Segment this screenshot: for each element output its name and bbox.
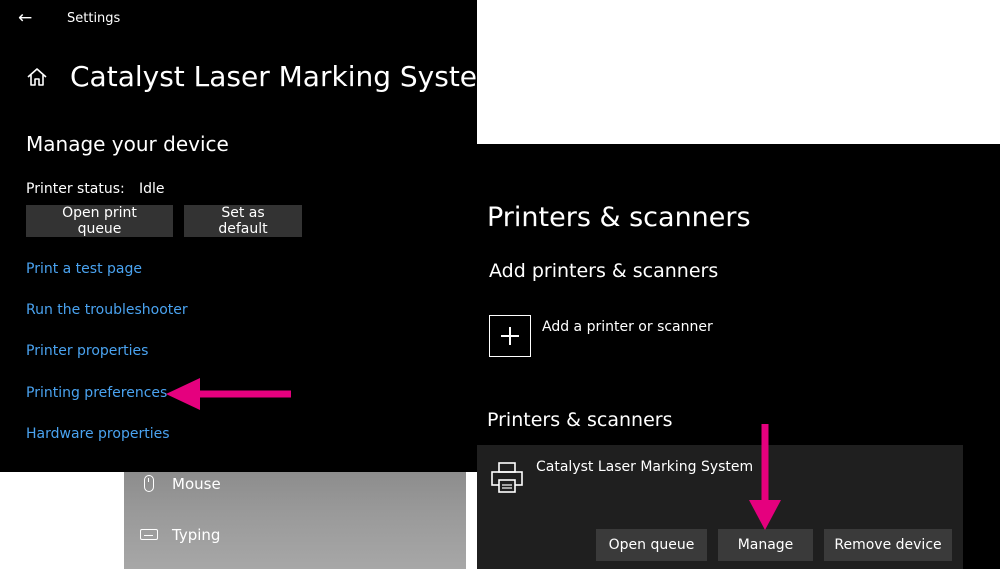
printer-status-value: Idle	[139, 181, 165, 197]
remove-device-button[interactable]: Remove device	[824, 529, 952, 561]
sidebar-item-typing[interactable]: Typing	[140, 526, 220, 544]
background-settings-sidebar: Mouse Typing	[124, 470, 466, 569]
printers-list-heading: Printers & scanners	[487, 409, 673, 431]
home-icon[interactable]	[26, 66, 48, 88]
manage-button[interactable]: Manage	[718, 529, 813, 561]
back-arrow-icon[interactable]: ←	[18, 8, 32, 28]
open-queue-button[interactable]: Open queue	[596, 529, 707, 561]
device-settings-window: ← Settings Catalyst Laser Marking System…	[0, 0, 504, 472]
printers-scanners-window: Printers & scanners Add printers & scann…	[477, 144, 1000, 569]
page-title: Printers & scanners	[487, 202, 751, 233]
open-print-queue-button[interactable]: Open print queue	[26, 205, 173, 237]
plus-icon[interactable]	[489, 315, 531, 357]
add-printer-button[interactable]: Add a printer or scanner	[542, 319, 713, 335]
keyboard-icon	[140, 526, 158, 544]
window-title: Settings	[67, 11, 121, 26]
printer-properties-link[interactable]: Printer properties	[26, 343, 148, 359]
section-heading: Manage your device	[26, 132, 229, 156]
run-troubleshooter-link[interactable]: Run the troubleshooter	[26, 302, 188, 318]
sidebar-item-label: Typing	[172, 526, 221, 544]
set-as-default-button[interactable]: Set as default	[184, 205, 302, 237]
mouse-icon	[140, 475, 158, 493]
page-title: Catalyst Laser Marking System	[70, 60, 505, 93]
list-item[interactable]: Catalyst Laser Marking System Open queue…	[477, 445, 963, 569]
printer-icon	[491, 462, 523, 493]
print-test-page-link[interactable]: Print a test page	[26, 261, 142, 277]
add-printers-heading: Add printers & scanners	[489, 260, 719, 282]
sidebar-item-label: Mouse	[172, 475, 221, 493]
printer-name: Catalyst Laser Marking System	[536, 459, 754, 475]
printer-status-label: Printer status:	[26, 181, 125, 197]
title-bar: ← Settings	[0, 0, 477, 38]
printing-preferences-link[interactable]: Printing preferences	[26, 385, 167, 401]
sidebar-item-mouse[interactable]: Mouse	[140, 475, 221, 493]
hardware-properties-link[interactable]: Hardware properties	[26, 426, 170, 442]
